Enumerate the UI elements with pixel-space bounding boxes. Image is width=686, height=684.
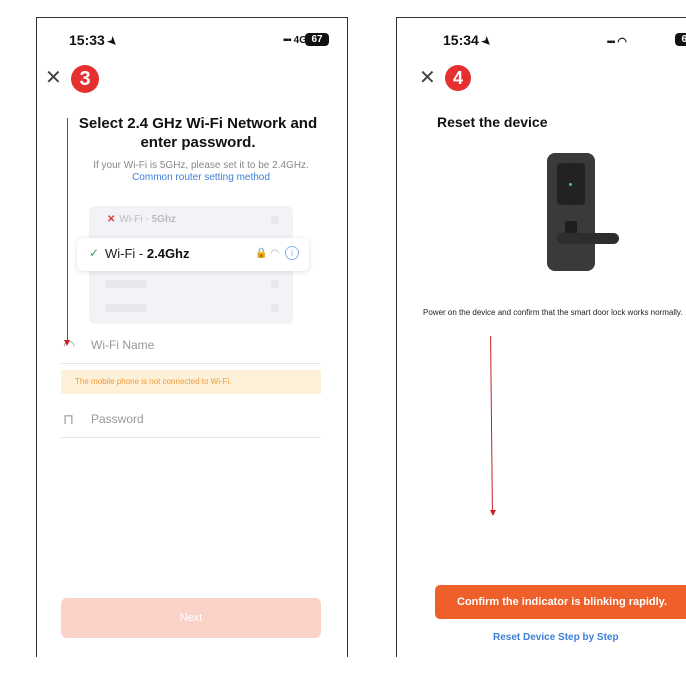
door-lock-image <box>547 153 595 271</box>
annotation-arrowhead <box>490 510 496 516</box>
wifi-24-card: ✓ Wi-Fi - 2.4Ghz 🔒 ◠ i <box>77 238 309 271</box>
password-field[interactable]: ⊓ Password <box>61 402 321 438</box>
status-bar: 15:34➤ ▪▪▪◠ 67 <box>397 32 686 50</box>
confirm-button[interactable]: Confirm the indicator is blinking rapidl… <box>435 585 686 619</box>
annotation-arrow <box>490 335 493 513</box>
wifi-hint: If your Wi-Fi is 5GHz, please set it to … <box>67 160 335 184</box>
wifi-icon: ◠ <box>617 36 627 48</box>
location-arrow-icon: ➤ <box>104 34 120 50</box>
lock-icon: ⊓ <box>63 411 74 427</box>
status-bar: 15:33➤ ▪▪▪ 4G 67 <box>37 32 347 50</box>
step-badge: 3 <box>71 65 99 93</box>
wifi-name-field[interactable]: ◠ Wi-Fi Name <box>61 328 321 364</box>
battery-icon: 67 <box>675 33 686 46</box>
battery-icon: 67 <box>305 33 329 46</box>
lock-icon: 🔒 <box>255 248 268 259</box>
wifi-icon: ◠ <box>270 248 280 259</box>
page-title: Reset the device <box>437 114 548 130</box>
phone-screen-reset-device: 15:34➤ ▪▪▪◠ 67 ✕ 4 Reset the device Powe… <box>396 17 686 657</box>
instruction-text: Power on the device and confirm that the… <box>423 308 683 317</box>
signal-icon: ▪▪▪ <box>606 37 616 48</box>
signal-indicator: ▪▪▪ ◠ <box>607 35 631 48</box>
close-icon[interactable]: ✕ <box>419 68 436 88</box>
wifi-warning: The mobile phone is not connected to Wi-… <box>61 370 321 394</box>
step-badge: 4 <box>445 65 471 91</box>
close-icon[interactable]: ✕ <box>45 68 62 88</box>
x-icon: ✕ <box>107 214 116 225</box>
placeholder-bar <box>105 304 147 312</box>
placeholder-square <box>271 280 279 288</box>
next-button[interactable]: Next <box>61 598 321 638</box>
placeholder-square <box>271 216 279 224</box>
signal-indicator: ▪▪▪ 4G <box>283 35 307 46</box>
info-icon: i <box>285 246 299 260</box>
wifi-5g-row: ✕ Wi-Fi - 5Ghz <box>107 214 177 225</box>
signal-icon: ▪▪▪ <box>283 35 292 46</box>
router-setting-link[interactable]: Common router setting method <box>67 172 335 184</box>
check-icon: ✓ <box>89 246 100 260</box>
status-time: 15:33➤ <box>69 32 120 50</box>
location-arrow-icon: ➤ <box>478 34 494 50</box>
annotation-arrow <box>67 118 68 342</box>
reset-step-by-step-link[interactable]: Reset Device Step by Step <box>493 632 619 643</box>
annotation-arrowhead <box>64 340 70 346</box>
placeholder-bar <box>105 280 147 288</box>
indicator-light <box>569 183 572 186</box>
status-time: 15:34➤ <box>443 32 494 50</box>
door-lock-handle <box>557 233 619 244</box>
placeholder-square <box>271 304 279 312</box>
page-title: Select 2.4 GHz Wi-Fi Network and enter p… <box>78 115 318 151</box>
phone-screen-wifi-setup: 15:33➤ ▪▪▪ 4G 67 ✕ 3 Select 2.4 GHz Wi-Fi… <box>36 17 348 657</box>
